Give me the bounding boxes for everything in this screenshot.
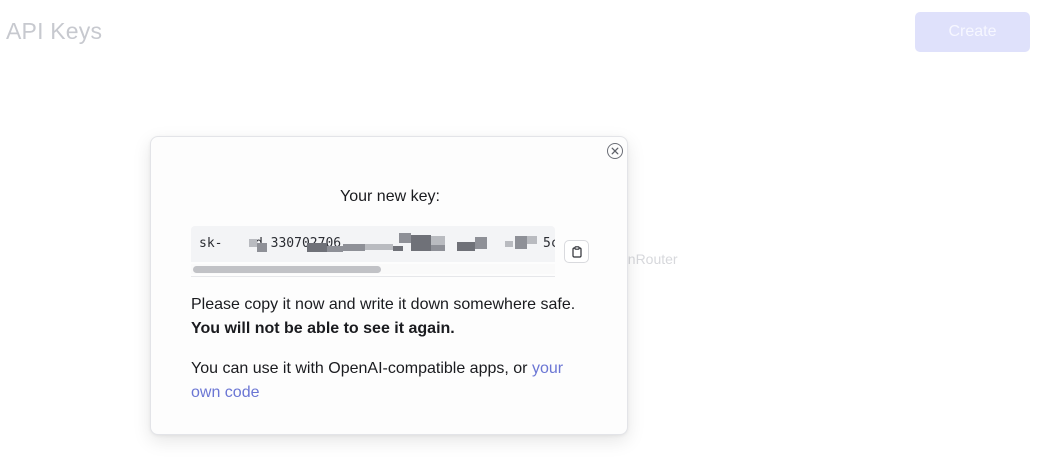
copy-warning-sentence: Please copy it now and write it down som… [191, 296, 576, 313]
modal-title: Your new key: [340, 188, 440, 205]
new-key-modal: Your new key: sk- d 330702706 5c [150, 136, 628, 435]
clipboard-icon [572, 246, 582, 258]
create-button[interactable]: Create [915, 12, 1030, 52]
api-key-suffix: 5c [543, 236, 555, 251]
api-key-field[interactable]: sk- d 330702706 5c [191, 226, 555, 277]
close-button[interactable] [607, 143, 623, 159]
api-keys-page: API Keys Create enRouter Your new key: s… [0, 0, 1048, 464]
usage-sentence: You can use it with OpenAI-compatible ap… [191, 360, 528, 377]
background-hint-text: enRouter [620, 251, 678, 267]
copy-warning-bold: You will not be able to see it again. [191, 320, 455, 337]
api-key-prefix: sk- [199, 236, 223, 251]
horizontal-scrollbar[interactable] [191, 264, 555, 274]
page-title: API Keys [6, 18, 103, 44]
api-key-value-area[interactable]: sk- d 330702706 5c [191, 226, 555, 262]
copy-warning-text: Please copy it now and write it down som… [191, 293, 591, 341]
close-circle-icon [611, 147, 619, 155]
scrollbar-thumb[interactable] [193, 266, 381, 273]
usage-text: You can use it with OpenAI-compatible ap… [191, 357, 591, 405]
copy-key-button[interactable] [564, 240, 589, 263]
